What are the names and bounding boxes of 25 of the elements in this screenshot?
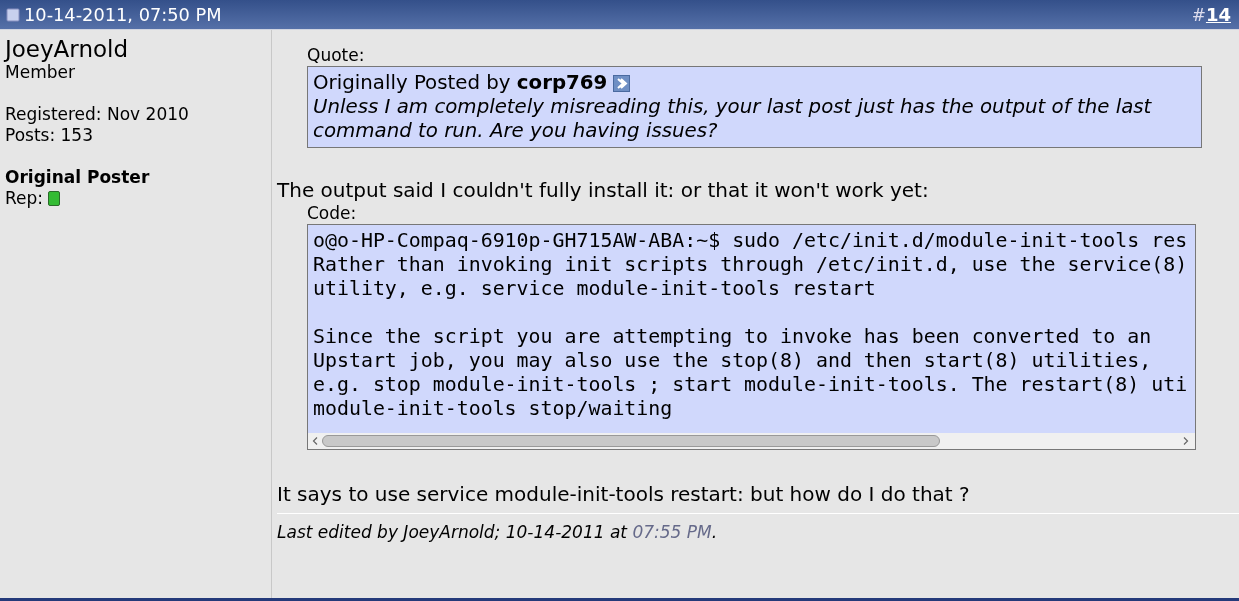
username: JoeyArnold xyxy=(5,36,130,62)
scroll-left-icon[interactable] xyxy=(312,437,318,445)
edited-period: . xyxy=(711,522,718,542)
post-icon xyxy=(6,7,20,22)
user-title: Member xyxy=(5,62,76,83)
edited-time: 07:55 PM xyxy=(632,522,712,542)
post-date: 10-14-2011, 07:50 PM xyxy=(24,4,222,25)
quote-attribution: Originally Posted by corp769 xyxy=(313,71,608,95)
post-number-link[interactable]: 14 xyxy=(1205,4,1231,25)
post-text: The output said I couldn't fully install it: or that it won't work yet: xyxy=(277,178,930,202)
quote-text: Unless I am completely misreading this, your last post just has the output of the last command to run. Are you having issues? xyxy=(313,95,1153,143)
original-poster-label: Original Poster xyxy=(5,167,151,188)
edited-note: Last edited by JoeyArnold; 10-14-2011 at xyxy=(277,522,629,542)
code-text: o@o-HP-Compaq-6910p-GH715AW-ABA:~$ sudo /etc/init.d/module-init-tools res Rather than invoking init scripts through /etc/init.d, use the service(8) utility, e.g. service module-init-tools restart Since the script you are attempting to invoke has been converted to an Upstart job, you may also use the stop(8) and then start(8) utilities, e.g. stop module-init-tools ; start module-init-tools. The restart(8) uti module-init-tools stop/waiting xyxy=(312,228,1189,422)
post-hash: # xyxy=(1191,5,1206,25)
scroll-right-icon[interactable] xyxy=(1183,437,1189,445)
horizontal-scrollbar[interactable] xyxy=(308,433,1195,449)
view-post-icon[interactable] xyxy=(613,74,631,92)
registered-date: Registered: Nov 2010 xyxy=(5,104,190,125)
post-text: It says to use service module-init-tools restart: but how do I do that ? xyxy=(277,482,1239,514)
quote-label: Quote: xyxy=(307,44,366,66)
rep-label: Rep: xyxy=(5,188,44,209)
reputation-icon xyxy=(48,191,61,206)
post-count: Posts: 153 xyxy=(5,125,94,146)
code-label: Code: xyxy=(307,202,358,224)
